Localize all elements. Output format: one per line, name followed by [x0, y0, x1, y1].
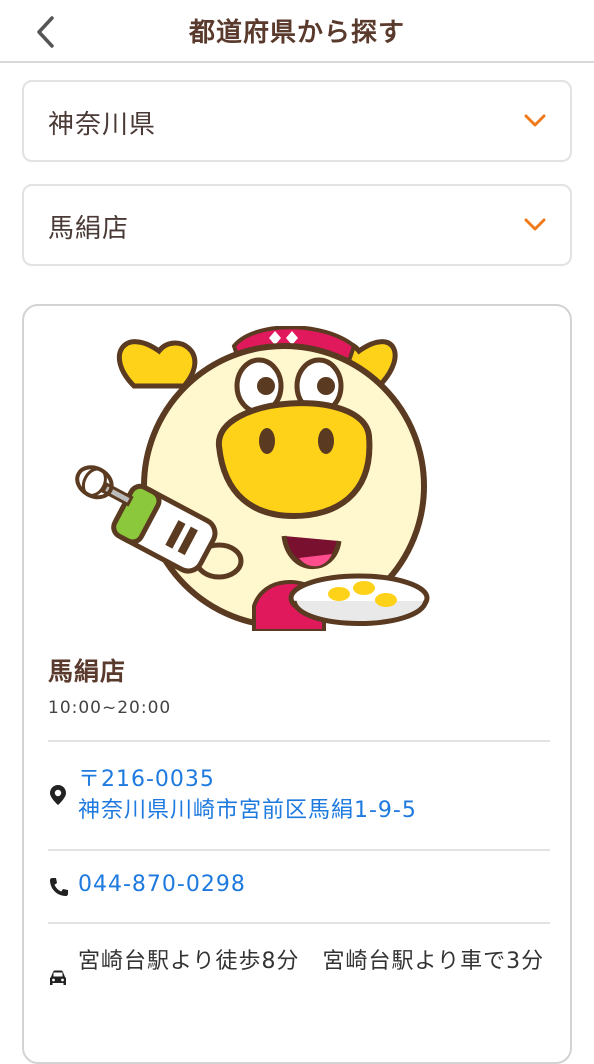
- car-icon: [50, 970, 66, 985]
- mascot-image: [75, 326, 430, 631]
- store-card: 馬絹店 10:00~20:00 〒216-0035 神奈川県川崎市宮前区馬絹1-…: [22, 304, 572, 1064]
- store-select[interactable]: 馬絹店: [22, 184, 572, 266]
- divider: [48, 922, 550, 924]
- chevron-down-icon: [524, 114, 546, 127]
- postal-code: 〒216-0035: [78, 767, 215, 792]
- store-name: 馬絹店: [48, 657, 127, 686]
- access-info: 宮崎台駅より徒歩8分 宮崎台駅より車で3分: [78, 949, 545, 974]
- phone-icon: [50, 878, 68, 896]
- page-title: 都道府県から探す: [188, 18, 405, 48]
- divider: [48, 740, 550, 742]
- prefecture-select[interactable]: 神奈川県: [22, 80, 572, 162]
- store-select-value: 馬絹店: [48, 214, 130, 244]
- prefecture-select-value: 神奈川県: [48, 110, 157, 140]
- divider: [48, 849, 550, 851]
- store-address-link[interactable]: 〒216-0035 神奈川県川崎市宮前区馬絹1-9-5: [78, 764, 417, 826]
- address-line: 神奈川県川崎市宮前区馬絹1-9-5: [78, 798, 417, 823]
- store-hours: 10:00~20:00: [48, 698, 172, 718]
- phone-number-link[interactable]: 044-870-0298: [78, 872, 246, 897]
- chevron-down-icon: [524, 218, 546, 231]
- location-pin-icon: [50, 785, 66, 805]
- app-header: 都道府県から探す: [0, 0, 594, 63]
